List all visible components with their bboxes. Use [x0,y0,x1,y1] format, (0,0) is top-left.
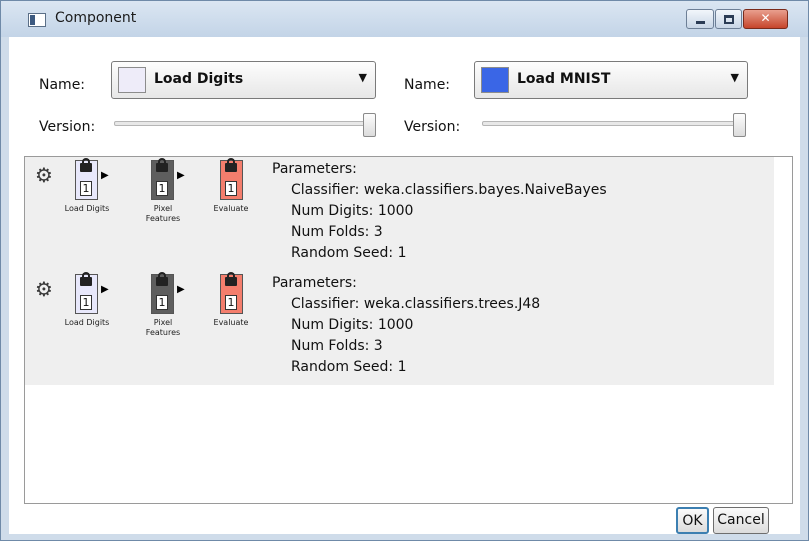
right-version-label: Version: [404,119,461,135]
block-version: 1 [156,295,168,310]
app-window-icon [28,13,46,27]
ok-button[interactable]: OK [676,507,709,534]
block-version: 1 [225,295,237,310]
param-classifier: Classifier: weka.classifiers.bayes.Naive… [291,182,607,198]
parameters-panel: Parameters: Classifier: weka.classifiers… [272,273,540,378]
parameters-panel: Parameters: Classifier: weka.classifiers… [272,159,607,264]
param-num-digits: Num Digits: 1000 [291,203,414,219]
maximize-button[interactable] [715,9,742,29]
block-label: Pixel Features [145,204,181,223]
lock-icon [225,158,237,172]
block-label: Load Digits [64,318,110,327]
block-label: Evaluate [213,318,249,327]
left-slider-track [114,121,374,126]
block-version: 1 [80,181,92,196]
pipeline-block-evaluate[interactable]: 1 [220,158,243,200]
arrow-right-icon: ▶ [101,170,109,181]
lock-icon [225,272,237,286]
parameters-heading: Parameters: [272,161,357,177]
list-item[interactable]: ⚙ 1 ▶ 1 ▶ 1 Load Digits Pixel Features E… [25,157,774,271]
right-version-slider[interactable] [482,113,747,139]
arrow-right-icon: ▶ [177,284,185,295]
minimize-button[interactable] [686,9,714,29]
right-name-label: Name: [404,77,451,93]
arrow-right-icon: ▶ [177,170,185,181]
results-list[interactable]: ⚙ 1 ▶ 1 ▶ 1 Load Digits Pixel Features E… [24,156,793,504]
pipeline-block-load-digits[interactable]: 1 [75,272,98,314]
right-color-swatch [481,67,509,93]
block-version: 1 [225,181,237,196]
left-name-label: Name: [39,77,86,93]
gear-icon[interactable]: ⚙ [35,277,53,301]
pipeline-block-evaluate[interactable]: 1 [220,272,243,314]
lock-icon [156,158,168,172]
block-label: Load Digits [64,204,110,213]
pipeline-block-pixel-features[interactable]: 1 [151,272,174,314]
right-slider-track [482,121,744,126]
window-title: Component [55,10,137,26]
pipeline-block-pixel-features[interactable]: 1 [151,158,174,200]
gear-icon[interactable]: ⚙ [35,163,53,187]
block-label: Pixel Features [145,318,181,337]
left-version-slider[interactable] [114,113,379,139]
right-selected-value: Load MNIST [517,71,611,87]
param-random-seed: Random Seed: 1 [291,359,407,375]
block-version: 1 [156,181,168,196]
right-slider-thumb[interactable] [733,113,746,137]
param-classifier: Classifier: weka.classifiers.trees.J48 [291,296,541,312]
cancel-button[interactable]: Cancel [713,507,769,534]
block-version: 1 [80,295,92,310]
chevron-down-icon: ▼ [730,71,739,84]
left-component-dropdown[interactable]: Load Digits ▼ [111,61,376,99]
param-random-seed: Random Seed: 1 [291,245,407,261]
lock-icon [80,158,92,172]
left-version-label: Version: [39,119,96,135]
pipeline-block-load-digits[interactable]: 1 [75,158,98,200]
left-selected-value: Load Digits [154,71,244,87]
list-item[interactable]: ⚙ 1 ▶ 1 ▶ 1 Load Digits Pixel Features E… [25,271,774,385]
close-button[interactable] [743,9,788,29]
block-label: Evaluate [213,204,249,213]
left-slider-thumb[interactable] [363,113,376,137]
lock-icon [156,272,168,286]
parameters-heading: Parameters: [272,275,357,291]
param-num-folds: Num Folds: 3 [291,338,383,354]
dialog-body: Name: Load Digits ▼ Version: Name: Load … [9,37,800,534]
chevron-down-icon: ▼ [358,71,367,84]
arrow-right-icon: ▶ [101,284,109,295]
component-window: Component Name: Load Digits ▼ Version: N… [0,0,809,541]
param-num-digits: Num Digits: 1000 [291,317,414,333]
lock-icon [80,272,92,286]
left-color-swatch [118,67,146,93]
title-bar[interactable]: Component [1,1,808,37]
param-num-folds: Num Folds: 3 [291,224,383,240]
right-component-dropdown[interactable]: Load MNIST ▼ [474,61,748,99]
